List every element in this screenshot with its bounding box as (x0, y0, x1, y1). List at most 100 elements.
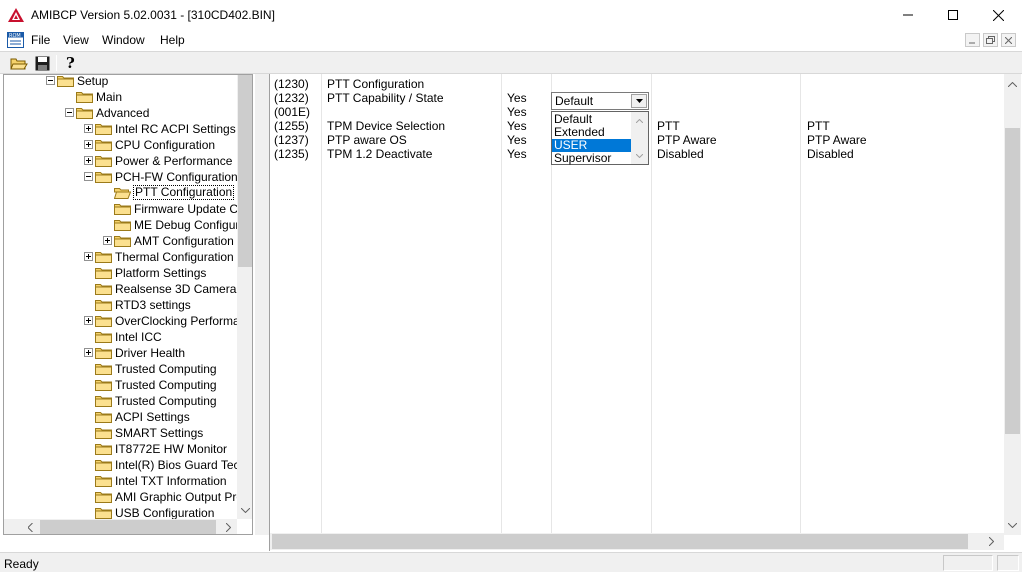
tree-scroll-left-button[interactable] (22, 519, 39, 534)
tree-item-label: SMART Settings (115, 426, 204, 440)
tree-horizontal-scroll-thumb[interactable] (40, 520, 216, 534)
tree-item[interactable]: OverClocking Performanc (4, 313, 238, 329)
menu-window[interactable]: Window (102, 33, 145, 47)
tree-horizontal-scrollbar[interactable] (4, 519, 237, 534)
setup-item-name: PTT Configuration (327, 77, 425, 91)
folder-icon (95, 170, 112, 183)
tree-item-label: Trusted Computing (115, 394, 217, 408)
tree-item[interactable]: ME Debug Configurat (4, 217, 238, 233)
tree-item[interactable]: Intel ICC (4, 329, 238, 345)
tree-item[interactable]: Power & Performance (4, 153, 238, 169)
folder-icon (95, 282, 112, 295)
expand-plus-icon[interactable] (84, 156, 93, 165)
tree-item-label: OverClocking Performanc (115, 314, 238, 328)
minimize-button[interactable] (885, 0, 931, 30)
expand-plus-icon[interactable] (84, 252, 93, 261)
status-bar: Ready (0, 552, 1022, 572)
expand-plus-icon[interactable] (84, 316, 93, 325)
rom-document-icon[interactable]: ROM (7, 32, 24, 48)
dropdown-option-supervisor[interactable]: Supervisor (552, 152, 632, 165)
tree-item[interactable]: Trusted Computing (4, 361, 238, 377)
tree-item-label: Intel ICC (115, 330, 162, 344)
save-button[interactable] (31, 53, 53, 73)
tree-vertical-scrollbar[interactable] (237, 75, 252, 519)
setup-item-default: Disabled (657, 147, 704, 161)
tree-item-label: Setup (77, 75, 109, 88)
folder-icon (95, 266, 112, 279)
folder-icon (114, 234, 131, 247)
grid-scroll-right-button[interactable] (983, 533, 1000, 550)
menu-file[interactable]: File (31, 33, 50, 47)
tree-item[interactable]: SMART Settings (4, 425, 238, 441)
mdi-restore-button[interactable] (983, 33, 998, 47)
tree-item[interactable]: Main (4, 89, 238, 105)
tree-item[interactable]: Firmware Update Con (4, 201, 238, 217)
tree-item[interactable]: Intel RC ACPI Settings (4, 121, 238, 137)
maximize-button[interactable] (930, 0, 976, 30)
tree-scroll-down-button[interactable] (237, 502, 252, 519)
tree-item-label: Trusted Computing (115, 362, 217, 376)
tree-item[interactable]: IT8772E HW Monitor (4, 441, 238, 457)
expand-plus-icon[interactable] (103, 236, 112, 245)
tree-item[interactable]: Driver Health (4, 345, 238, 361)
folder-icon (114, 202, 131, 215)
access-level-dropdown-list: Default Extended User USER Supervisor (551, 111, 649, 165)
mdi-close-button[interactable] (1001, 33, 1016, 47)
chevron-left-icon (28, 523, 33, 532)
grid-scroll-down-button[interactable] (1004, 517, 1021, 534)
grid-horizontal-scroll-thumb[interactable] (272, 534, 968, 549)
dropdown-scrollbar[interactable] (631, 112, 648, 164)
expand-plus-icon[interactable] (84, 140, 93, 149)
open-button[interactable] (8, 53, 30, 73)
tree-item[interactable]: Trusted Computing (4, 393, 238, 409)
tree-item[interactable]: Intel TXT Information (4, 473, 238, 489)
grid-row[interactable]: (1230) PTT Configuration (270, 77, 1004, 91)
grid-horizontal-scrollbar[interactable] (270, 533, 1004, 550)
combo-dropdown-button[interactable] (631, 94, 647, 108)
grid-scroll-up-button[interactable] (1004, 76, 1021, 93)
svg-text:?: ? (66, 55, 75, 71)
tree-item[interactable]: AMT Configuration (4, 233, 238, 249)
collapse-minus-icon[interactable] (46, 76, 55, 85)
tree-item[interactable]: Trusted Computing (4, 377, 238, 393)
dropdown-scroll-down-button[interactable] (631, 147, 648, 164)
grid-vertical-scroll-thumb[interactable] (1005, 128, 1020, 434)
collapse-minus-icon[interactable] (65, 108, 74, 117)
expand-plus-icon[interactable] (84, 124, 93, 133)
setup-item-name: TPM Device Selection (327, 119, 446, 133)
tree-item[interactable]: PTT Configuration (4, 185, 238, 201)
grid-vertical-scrollbar[interactable] (1004, 74, 1021, 535)
tree-scroll-right-button[interactable] (220, 519, 237, 534)
help-button[interactable]: ? (60, 53, 82, 73)
mdi-minimize-button[interactable] (965, 33, 980, 47)
setup-item-show: Yes (507, 105, 527, 119)
status-pane (943, 555, 993, 571)
expand-plus-icon[interactable] (84, 348, 93, 357)
tree-item[interactable]: AMI Graphic Output Proto (4, 489, 238, 505)
tree-item-label: IT8772E HW Monitor (115, 442, 228, 456)
window-title: AMIBCP Version 5.02.0031 - [310CD402.BIN… (31, 8, 275, 22)
menu-help[interactable]: Help (160, 33, 185, 47)
tree-item[interactable]: Advanced (4, 105, 238, 121)
tree-item[interactable]: USB Configuration (4, 505, 238, 519)
tree-item[interactable]: CPU Configuration (4, 137, 238, 153)
collapse-minus-icon[interactable] (84, 172, 93, 181)
tree-item[interactable]: Intel(R) Bios Guard Techr (4, 457, 238, 473)
tree-item[interactable]: Realsense 3D Camera Se (4, 281, 238, 297)
tree-item-label: CPU Configuration (115, 138, 216, 152)
close-button[interactable] (975, 0, 1021, 30)
tree-item[interactable]: PCH-FW Configuration (4, 169, 238, 185)
menu-view[interactable]: View (63, 33, 89, 47)
tree-item[interactable]: ACPI Settings (4, 409, 238, 425)
tree-vertical-scroll-thumb[interactable] (238, 75, 252, 267)
tree-item[interactable]: Setup (4, 75, 238, 89)
tree-item[interactable]: Platform Settings (4, 265, 238, 281)
tree-item[interactable]: RTD3 settings (4, 297, 238, 313)
dropdown-scroll-up-button[interactable] (631, 112, 648, 129)
tree-item-label: Main (96, 90, 123, 104)
close-icon (1005, 36, 1012, 44)
folder-icon (95, 474, 112, 487)
access-level-combobox[interactable]: Default (551, 92, 649, 110)
panel-splitter[interactable] (255, 74, 269, 535)
tree-item[interactable]: Thermal Configuration (4, 249, 238, 265)
